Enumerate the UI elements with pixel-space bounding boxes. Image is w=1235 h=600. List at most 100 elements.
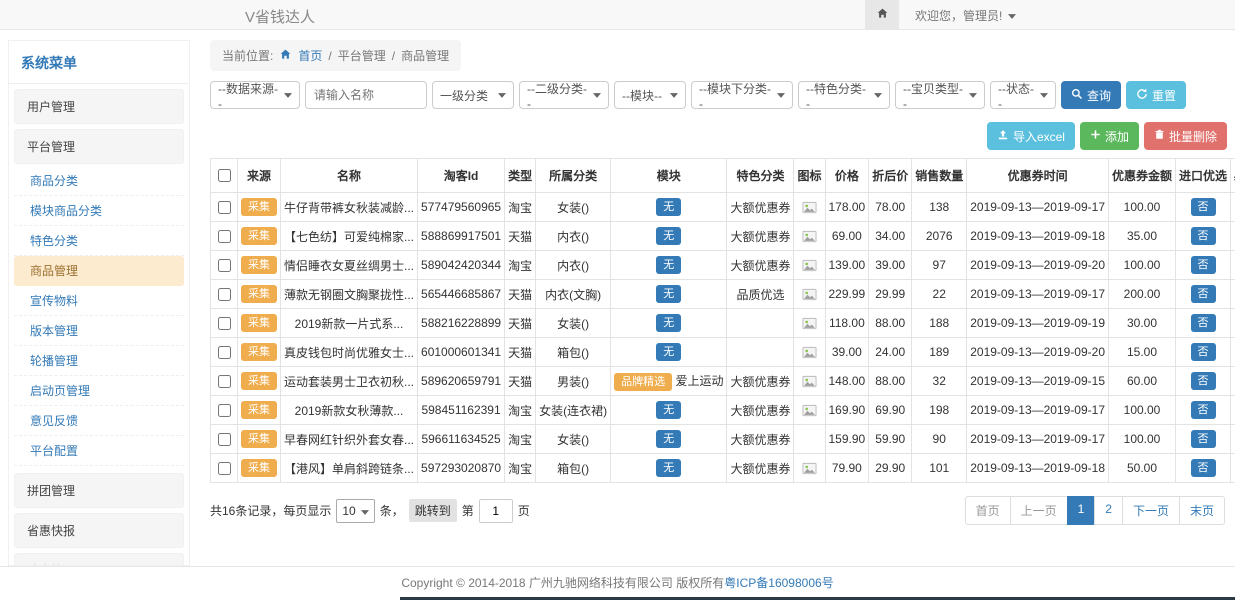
import-toggle-badge[interactable]: 否 bbox=[1191, 256, 1216, 274]
column-header: 价格 bbox=[825, 159, 869, 193]
type-cell: 天猫 bbox=[505, 309, 536, 338]
must-buy-cell: 否 bbox=[1231, 222, 1235, 251]
filter-row: --数据来源-- 一级分类--二级分类----模块----模块下分类----特色分… bbox=[210, 81, 1227, 109]
filter-select[interactable]: --特色分类-- bbox=[798, 81, 890, 109]
import-select-cell: 否 bbox=[1176, 222, 1231, 251]
sidebar-group[interactable]: 拼团管理 bbox=[14, 473, 184, 508]
sidebar-item-active[interactable]: 商品管理 bbox=[14, 256, 184, 286]
column-header: 名称 bbox=[281, 159, 418, 193]
sidebar-item-link[interactable]: 商品分类 bbox=[14, 166, 184, 196]
source-badge: 采集 bbox=[241, 198, 277, 216]
home-icon bbox=[876, 7, 889, 23]
page-link[interactable]: 1 bbox=[1067, 496, 1096, 525]
add-button[interactable]: 添加 bbox=[1080, 122, 1139, 150]
import-excel-button[interactable]: 导入excel bbox=[987, 122, 1075, 150]
category-cell: 女装() bbox=[536, 193, 611, 222]
must-buy-cell: 否 bbox=[1231, 367, 1235, 396]
coupon-amount-cell: 100.00 bbox=[1109, 193, 1176, 222]
row-checkbox[interactable] bbox=[218, 259, 231, 272]
import-toggle-badge[interactable]: 否 bbox=[1191, 430, 1216, 448]
sidebar-group[interactable]: 省惠快报 bbox=[14, 513, 184, 548]
table-row: 采集2019新款女秋薄款...598451162391淘宝女装(连衣裙)无大额优… bbox=[211, 396, 1235, 425]
sidebar-group[interactable]: 消息管理 bbox=[14, 553, 184, 566]
module-none-badge: 无 bbox=[656, 227, 681, 245]
table-row: 采集情侣睡衣女夏丝绸男士...589042420344淘宝内衣()无大额优惠券1… bbox=[211, 251, 1235, 280]
sidebar-item-link[interactable]: 模块商品分类 bbox=[14, 196, 184, 226]
page-link[interactable]: 下一页 bbox=[1122, 496, 1180, 525]
select-all-checkbox[interactable] bbox=[218, 169, 231, 182]
sidebar-group[interactable]: 用户管理 bbox=[14, 89, 184, 124]
breadcrumb-home-link[interactable]: 首页 bbox=[298, 47, 322, 64]
sidebar-item-link[interactable]: 特色分类 bbox=[14, 226, 184, 256]
page-link[interactable]: 首页 bbox=[965, 496, 1011, 525]
import-toggle-badge[interactable]: 否 bbox=[1191, 314, 1216, 332]
batch-delete-button[interactable]: 批量删除 bbox=[1144, 122, 1227, 150]
filter-select[interactable]: --模块下分类-- bbox=[691, 81, 793, 109]
filter-select[interactable]: --二级分类-- bbox=[519, 81, 609, 109]
name-cell: 薄款无钢圈文胸聚拢性... bbox=[281, 280, 418, 309]
home-button[interactable] bbox=[865, 0, 899, 30]
category-cell: 箱包() bbox=[536, 454, 611, 483]
row-checkbox[interactable] bbox=[218, 375, 231, 388]
import-toggle-badge[interactable]: 否 bbox=[1191, 459, 1216, 477]
page-link[interactable]: 上一页 bbox=[1010, 496, 1068, 525]
feature-cell: 品质优选 bbox=[727, 280, 794, 309]
filter-select[interactable]: --模块-- bbox=[614, 81, 686, 109]
filter-select[interactable]: --数据来源-- bbox=[210, 81, 300, 109]
icp-link[interactable]: 粤ICP备16098006号 bbox=[724, 574, 833, 591]
taoke-id-cell: 577479560965 bbox=[418, 193, 505, 222]
row-checkbox[interactable] bbox=[218, 230, 231, 243]
sidebar-item-link[interactable]: 轮播管理 bbox=[14, 346, 184, 376]
icon-cell bbox=[794, 251, 825, 280]
search-button[interactable]: 查询 bbox=[1061, 81, 1121, 109]
filter-select[interactable]: 一级分类 bbox=[432, 81, 514, 109]
user-menu[interactable]: 欢迎您，管理员! bbox=[915, 7, 1016, 24]
row-checkbox[interactable] bbox=[218, 317, 231, 330]
feature-cell: 大额优惠券 bbox=[727, 251, 794, 280]
icon-cell bbox=[794, 396, 825, 425]
must-buy-cell: 否 bbox=[1231, 193, 1235, 222]
sidebar-item-link[interactable]: 版本管理 bbox=[14, 316, 184, 346]
coupon-time-cell: 2019-09-13—2019-09-17 bbox=[967, 396, 1109, 425]
import-toggle-badge[interactable]: 否 bbox=[1191, 285, 1216, 303]
import-toggle-badge[interactable]: 否 bbox=[1191, 198, 1216, 216]
name-cell: 早春网红针织外套女春... bbox=[281, 425, 418, 454]
column-header: 优惠券金额 bbox=[1109, 159, 1176, 193]
page-number-input[interactable] bbox=[479, 499, 513, 523]
must-buy-cell: 否 bbox=[1231, 251, 1235, 280]
price-cell: 69.00 bbox=[825, 222, 869, 251]
import-toggle-badge[interactable]: 否 bbox=[1191, 343, 1216, 361]
icon-cell bbox=[794, 367, 825, 396]
row-checkbox[interactable] bbox=[218, 346, 231, 359]
sidebar-item-link[interactable]: 宣传物料 bbox=[14, 286, 184, 316]
row-checkbox[interactable] bbox=[218, 288, 231, 301]
sidebar: 系统菜单 用户管理平台管理商品分类模块商品分类特色分类商品管理宣传物料版本管理轮… bbox=[8, 40, 190, 566]
product-image bbox=[802, 345, 817, 360]
type-cell: 淘宝 bbox=[505, 396, 536, 425]
products-table: 来源名称淘客Id类型所属分类模块特色分类图标价格折后价销售数量优惠券时间优惠券金… bbox=[210, 158, 1235, 483]
sidebar-title: 系统菜单 bbox=[9, 41, 189, 84]
import-toggle-badge[interactable]: 否 bbox=[1191, 372, 1216, 390]
name-search-input[interactable] bbox=[305, 81, 427, 109]
row-checkbox[interactable] bbox=[218, 201, 231, 214]
page-link[interactable]: 2 bbox=[1094, 496, 1123, 525]
sidebar-group[interactable]: 平台管理 bbox=[14, 129, 184, 164]
filter-select[interactable]: --状态-- bbox=[990, 81, 1056, 109]
sidebar-item-link[interactable]: 意见反馈 bbox=[14, 406, 184, 436]
row-checkbox[interactable] bbox=[218, 404, 231, 417]
filter-select[interactable]: --宝贝类型-- bbox=[895, 81, 985, 109]
import-toggle-badge[interactable]: 否 bbox=[1191, 227, 1216, 245]
row-checkbox[interactable] bbox=[218, 462, 231, 475]
source-badge: 采集 bbox=[241, 314, 277, 332]
coupon-time-cell: 2019-09-13—2019-09-20 bbox=[967, 251, 1109, 280]
row-checkbox[interactable] bbox=[218, 433, 231, 446]
records-info: 共16条记录，每页显示 bbox=[210, 502, 331, 519]
reset-button[interactable]: 重置 bbox=[1126, 81, 1186, 109]
source-badge: 采集 bbox=[241, 343, 277, 361]
import-toggle-badge[interactable]: 否 bbox=[1191, 401, 1216, 419]
per-page-select[interactable]: 10 bbox=[336, 499, 374, 523]
page-link[interactable]: 末页 bbox=[1179, 496, 1225, 525]
price-cell: 139.00 bbox=[825, 251, 869, 280]
sidebar-item-link[interactable]: 启动页管理 bbox=[14, 376, 184, 406]
sidebar-item-link[interactable]: 平台配置 bbox=[14, 436, 184, 466]
